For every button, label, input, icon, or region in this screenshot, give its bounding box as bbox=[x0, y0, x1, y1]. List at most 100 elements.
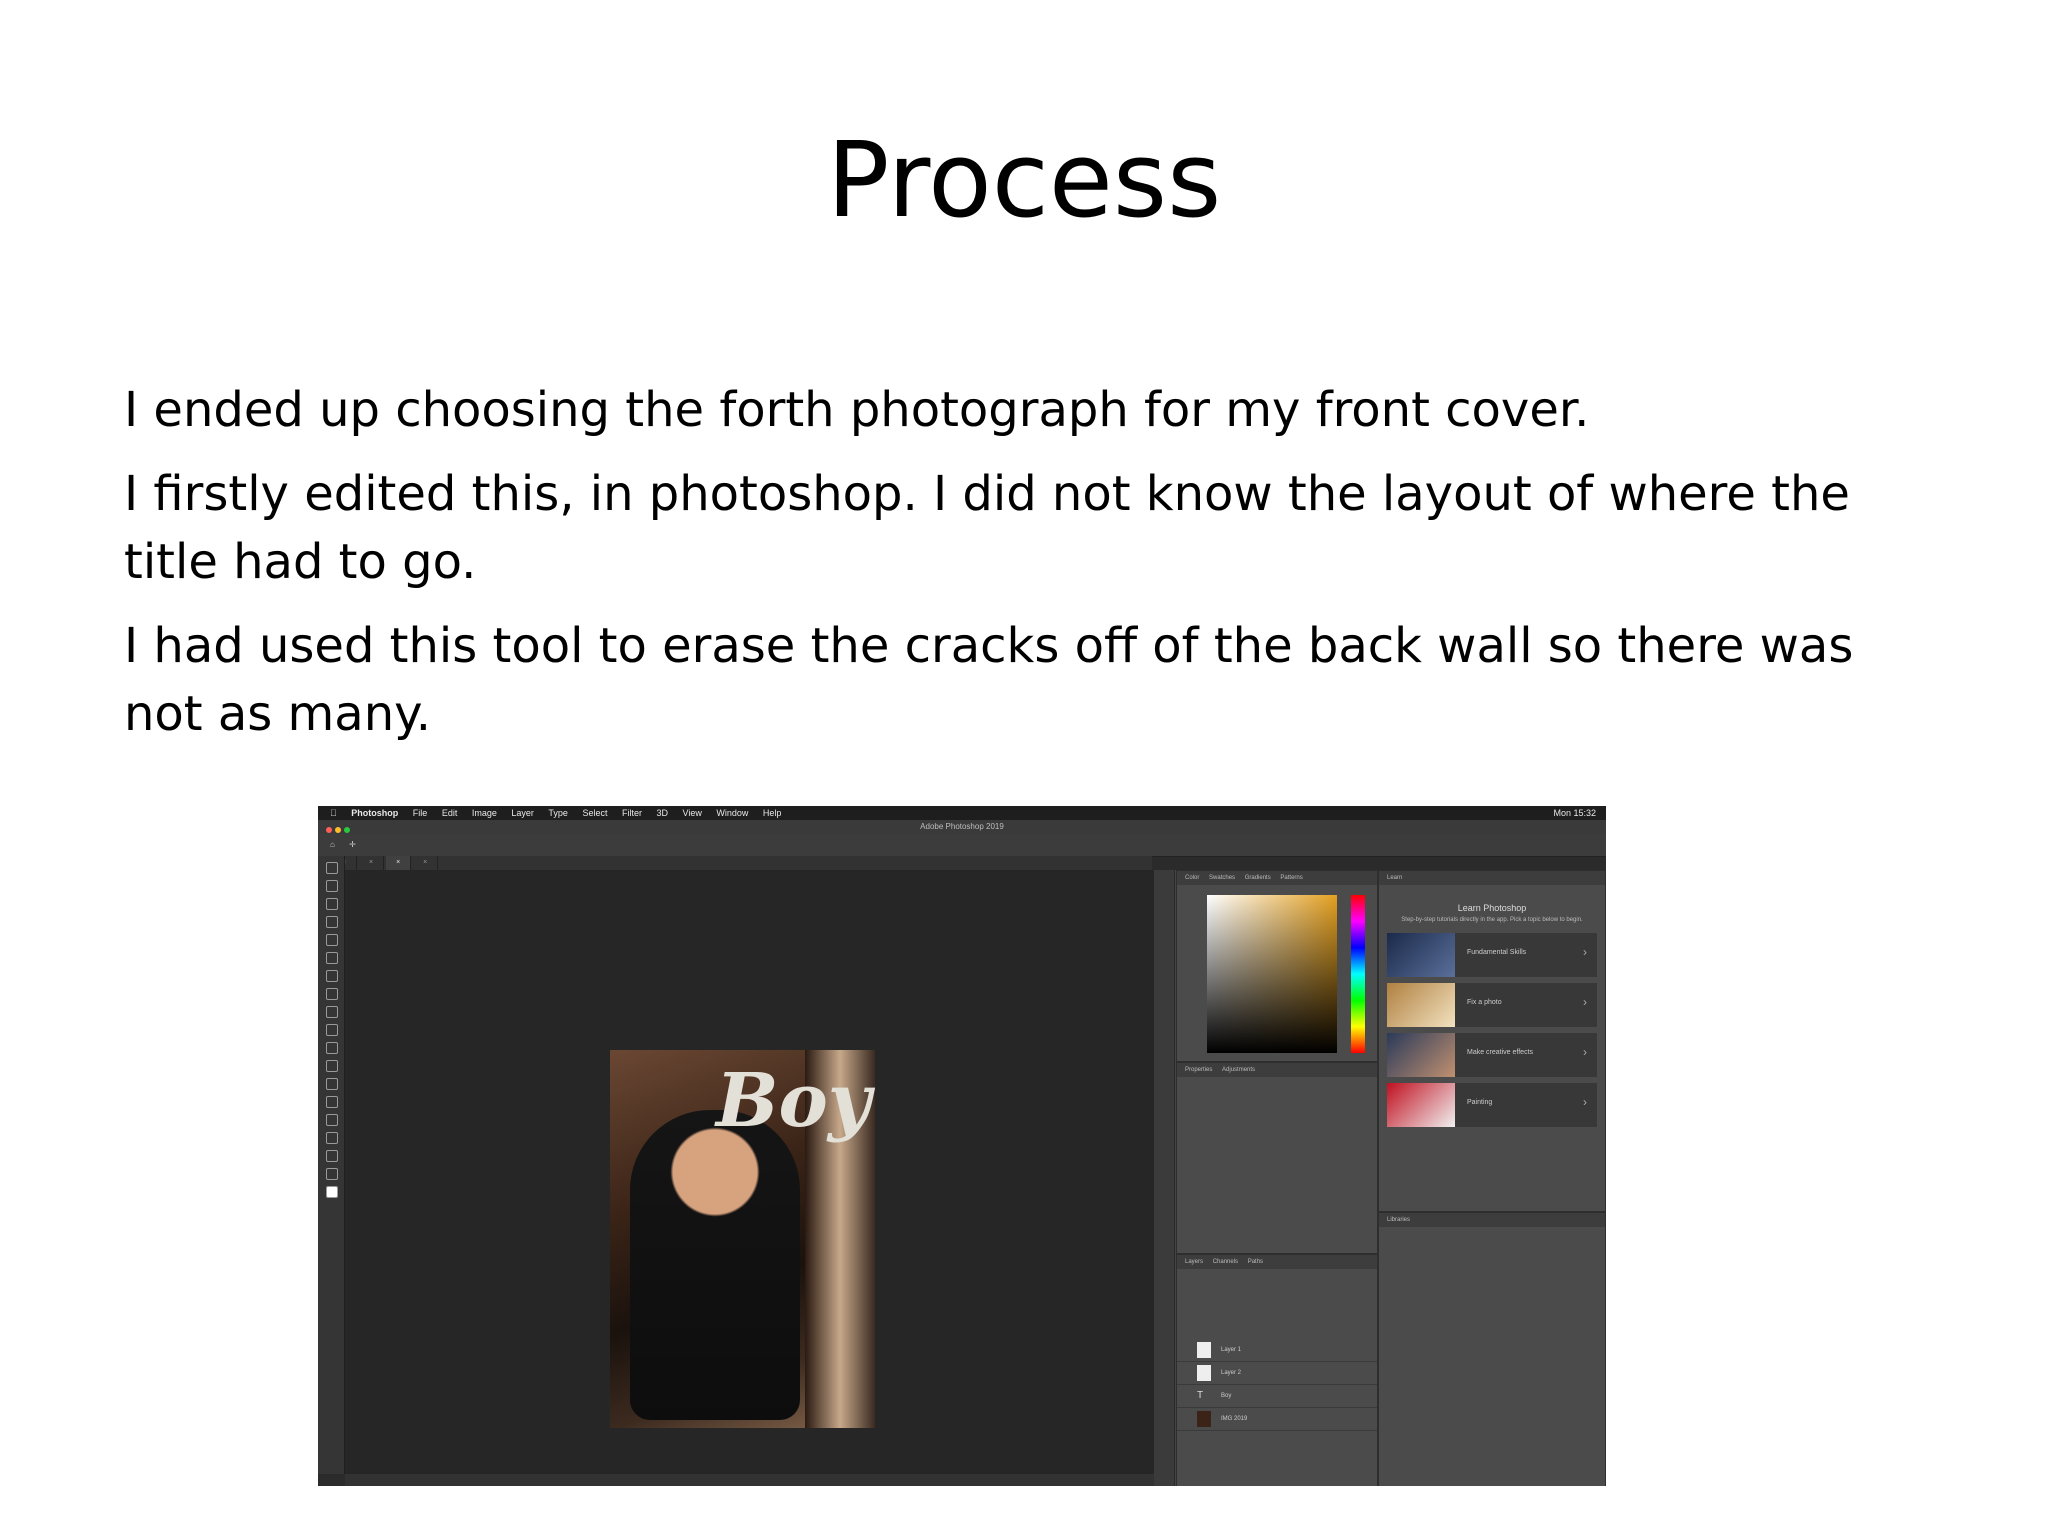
move-tool-icon[interactable]: ✛ bbox=[349, 840, 356, 849]
shape-tool-icon[interactable] bbox=[326, 1132, 338, 1144]
crop-tool-icon[interactable] bbox=[326, 916, 338, 928]
chevron-right-icon: › bbox=[1583, 1095, 1587, 1109]
apple-icon[interactable]:  bbox=[330, 806, 337, 820]
slide-body: I ended up choosing the forth photograph… bbox=[124, 376, 1924, 764]
hand-tool-icon[interactable] bbox=[326, 1150, 338, 1162]
photo-person bbox=[630, 1110, 800, 1420]
minimize-window-icon[interactable] bbox=[335, 827, 341, 833]
learn-item-fix-photo[interactable]: Fix a photo › bbox=[1387, 983, 1597, 1027]
learn-panel: Learn Learn Photoshop Step-by-step tutor… bbox=[1378, 870, 1606, 1212]
learn-thumbnail bbox=[1387, 933, 1455, 977]
learn-item-creative-effects[interactable]: Make creative effects › bbox=[1387, 1033, 1597, 1077]
maximize-window-icon[interactable] bbox=[344, 827, 350, 833]
eraser-tool-icon[interactable] bbox=[326, 1006, 338, 1018]
home-icon[interactable]: ⌂ bbox=[330, 840, 335, 849]
canvas-title-text: Boy bbox=[716, 1058, 871, 1144]
menu-type[interactable]: Type bbox=[548, 806, 568, 820]
color-picker-field[interactable] bbox=[1207, 895, 1337, 1053]
pen-tool-icon[interactable] bbox=[326, 1078, 338, 1090]
close-window-icon[interactable] bbox=[326, 827, 332, 833]
learn-thumbnail bbox=[1387, 1083, 1455, 1127]
menu-image[interactable]: Image bbox=[472, 806, 497, 820]
menu-3d[interactable]: 3D bbox=[656, 806, 668, 820]
libraries-panel: Libraries bbox=[1378, 1212, 1606, 1486]
menu-photoshop[interactable]: Photoshop bbox=[351, 806, 398, 820]
document-tabs: × × × × bbox=[332, 856, 1152, 870]
canvas-area[interactable]: Boy bbox=[345, 870, 1154, 1474]
path-selection-tool-icon[interactable] bbox=[326, 1114, 338, 1126]
collapsed-panels-strip bbox=[1154, 870, 1175, 1486]
learn-panel-tabs: Learn bbox=[1379, 871, 1605, 885]
dodge-tool-icon[interactable] bbox=[326, 1060, 338, 1072]
learn-item-label: Fix a photo bbox=[1467, 999, 1502, 1006]
layer-row[interactable]: Layer 1 bbox=[1177, 1339, 1377, 1362]
chevron-right-icon: › bbox=[1583, 1045, 1587, 1059]
layers-panel-tabs: Layers Channels Paths bbox=[1177, 1255, 1377, 1269]
learn-item-label: Fundamental Skills bbox=[1467, 949, 1527, 956]
eyedropper-tool-icon[interactable] bbox=[326, 934, 338, 946]
chevron-right-icon: › bbox=[1583, 995, 1587, 1009]
healing-brush-tool-icon[interactable] bbox=[326, 952, 338, 964]
layer-row[interactable]: IMG 2019 bbox=[1177, 1408, 1377, 1431]
body-paragraph: I had used this tool to erase the cracks… bbox=[124, 618, 1854, 742]
color-panel: Color Swatches Gradients Patterns bbox=[1176, 870, 1378, 1062]
gradient-tool-icon[interactable] bbox=[326, 1024, 338, 1036]
layer-row[interactable]: T Boy bbox=[1177, 1385, 1377, 1408]
document-tab[interactable]: × bbox=[413, 856, 439, 870]
tab-libraries[interactable]: Libraries bbox=[1387, 1217, 1410, 1223]
learn-item-painting[interactable]: Painting › bbox=[1387, 1083, 1597, 1127]
tab-properties[interactable]: Properties bbox=[1185, 1067, 1212, 1073]
slide-title: Process bbox=[826, 119, 1222, 241]
lasso-tool-icon[interactable] bbox=[326, 898, 338, 910]
properties-panel-tabs: Properties Adjustments bbox=[1177, 1063, 1377, 1077]
blur-tool-icon[interactable] bbox=[326, 1042, 338, 1054]
brush-tool-icon[interactable] bbox=[326, 970, 338, 982]
color-swatches-icon[interactable] bbox=[326, 1186, 338, 1198]
learn-item-label: Painting bbox=[1467, 1099, 1493, 1106]
menu-file[interactable]: File bbox=[413, 806, 428, 820]
properties-panel: Properties Adjustments bbox=[1176, 1062, 1378, 1254]
menu-help[interactable]: Help bbox=[763, 806, 782, 820]
document-tab-active[interactable]: × bbox=[386, 856, 412, 870]
menu-edit[interactable]: Edit bbox=[442, 806, 458, 820]
tab-patterns[interactable]: Patterns bbox=[1280, 875, 1302, 881]
document-photo[interactable]: Boy bbox=[610, 1050, 875, 1428]
libraries-panel-tabs: Libraries bbox=[1379, 1213, 1605, 1227]
learn-item-fundamental-skills[interactable]: Fundamental Skills › bbox=[1387, 933, 1597, 977]
zoom-tool-icon[interactable] bbox=[326, 1168, 338, 1180]
tab-adjustments[interactable]: Adjustments bbox=[1222, 1067, 1255, 1073]
hue-slider[interactable] bbox=[1351, 895, 1365, 1053]
layer-thumbnail bbox=[1197, 1411, 1211, 1427]
layer-row[interactable]: Layer 2 bbox=[1177, 1362, 1377, 1385]
clone-stamp-tool-icon[interactable] bbox=[326, 988, 338, 1000]
tab-paths[interactable]: Paths bbox=[1248, 1259, 1263, 1265]
tab-layers[interactable]: Layers bbox=[1185, 1259, 1203, 1265]
tab-channels[interactable]: Channels bbox=[1213, 1259, 1238, 1265]
menu-filter[interactable]: Filter bbox=[622, 806, 642, 820]
tab-gradients[interactable]: Gradients bbox=[1245, 875, 1271, 881]
menu-select[interactable]: Select bbox=[582, 806, 607, 820]
layer-thumbnail bbox=[1197, 1365, 1211, 1381]
menu-view[interactable]: View bbox=[683, 806, 702, 820]
status-bar bbox=[345, 1474, 1154, 1486]
layer-name: Boy bbox=[1221, 1393, 1232, 1399]
layer-thumbnail bbox=[1197, 1342, 1211, 1358]
tab-learn[interactable]: Learn bbox=[1387, 875, 1402, 881]
layers-panel: Layers Channels Paths Layer 1 Layer 2 T B… bbox=[1176, 1254, 1378, 1486]
move-tool-icon[interactable] bbox=[326, 862, 338, 874]
type-tool-icon[interactable] bbox=[326, 1096, 338, 1108]
learn-title: Learn Photoshop bbox=[1457, 903, 1527, 913]
menu-window[interactable]: Window bbox=[716, 806, 748, 820]
menu-layer[interactable]: Layer bbox=[511, 806, 534, 820]
learn-subtitle: Step-by-step tutorials directly in the a… bbox=[1401, 917, 1583, 923]
layer-name: Layer 2 bbox=[1221, 1370, 1242, 1376]
document-tab[interactable]: × bbox=[359, 856, 385, 870]
tab-color[interactable]: Color bbox=[1185, 875, 1199, 881]
layers-controls bbox=[1177, 1269, 1377, 1339]
type-layer-icon: T bbox=[1197, 1390, 1204, 1401]
tab-swatches[interactable]: Swatches bbox=[1209, 875, 1235, 881]
body-paragraph: I ended up choosing the forth photograph… bbox=[124, 382, 1590, 438]
options-bar: ⌂ ✛ bbox=[318, 834, 1606, 857]
layer-name: IMG 2019 bbox=[1221, 1416, 1248, 1422]
marquee-tool-icon[interactable] bbox=[326, 880, 338, 892]
